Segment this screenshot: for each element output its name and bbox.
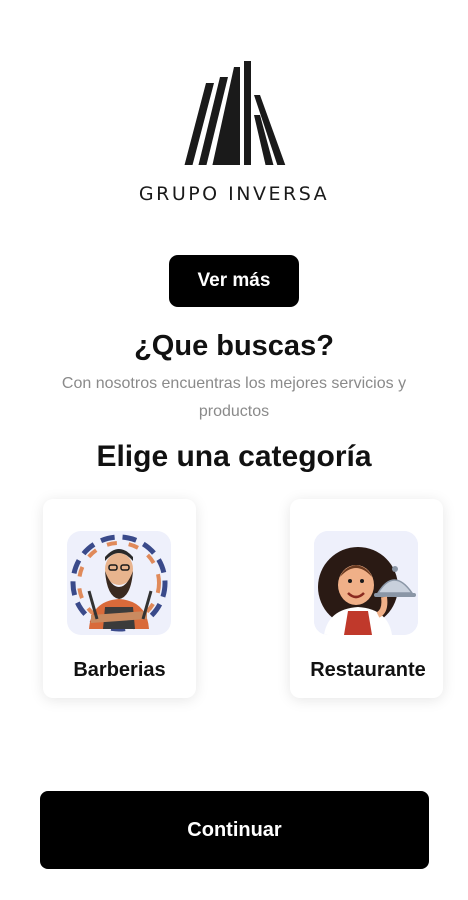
category-card-restaurante[interactable]: Restaurante [290,499,443,698]
category-label-barberias: Barberias [73,659,166,681]
barber-illustration-icon [67,531,171,635]
waiter-illustration-icon [314,531,418,635]
brand-logo [0,55,468,170]
page-question: ¿Que buscas? [134,330,334,362]
see-more-button[interactable]: Ver más [169,255,299,307]
category-label-restaurante: Restaurante [310,659,426,681]
grupo-inversa-logo-icon [174,61,294,168]
category-heading: Elige una categoría [96,440,372,473]
continue-button[interactable]: Continuar [40,791,429,869]
page-subtitle: Con nosotros encuentras los mejores serv… [61,375,407,420]
category-card-barberias[interactable]: Barberias [43,499,196,698]
brand-name: GRUPO INVERSA [138,183,330,205]
